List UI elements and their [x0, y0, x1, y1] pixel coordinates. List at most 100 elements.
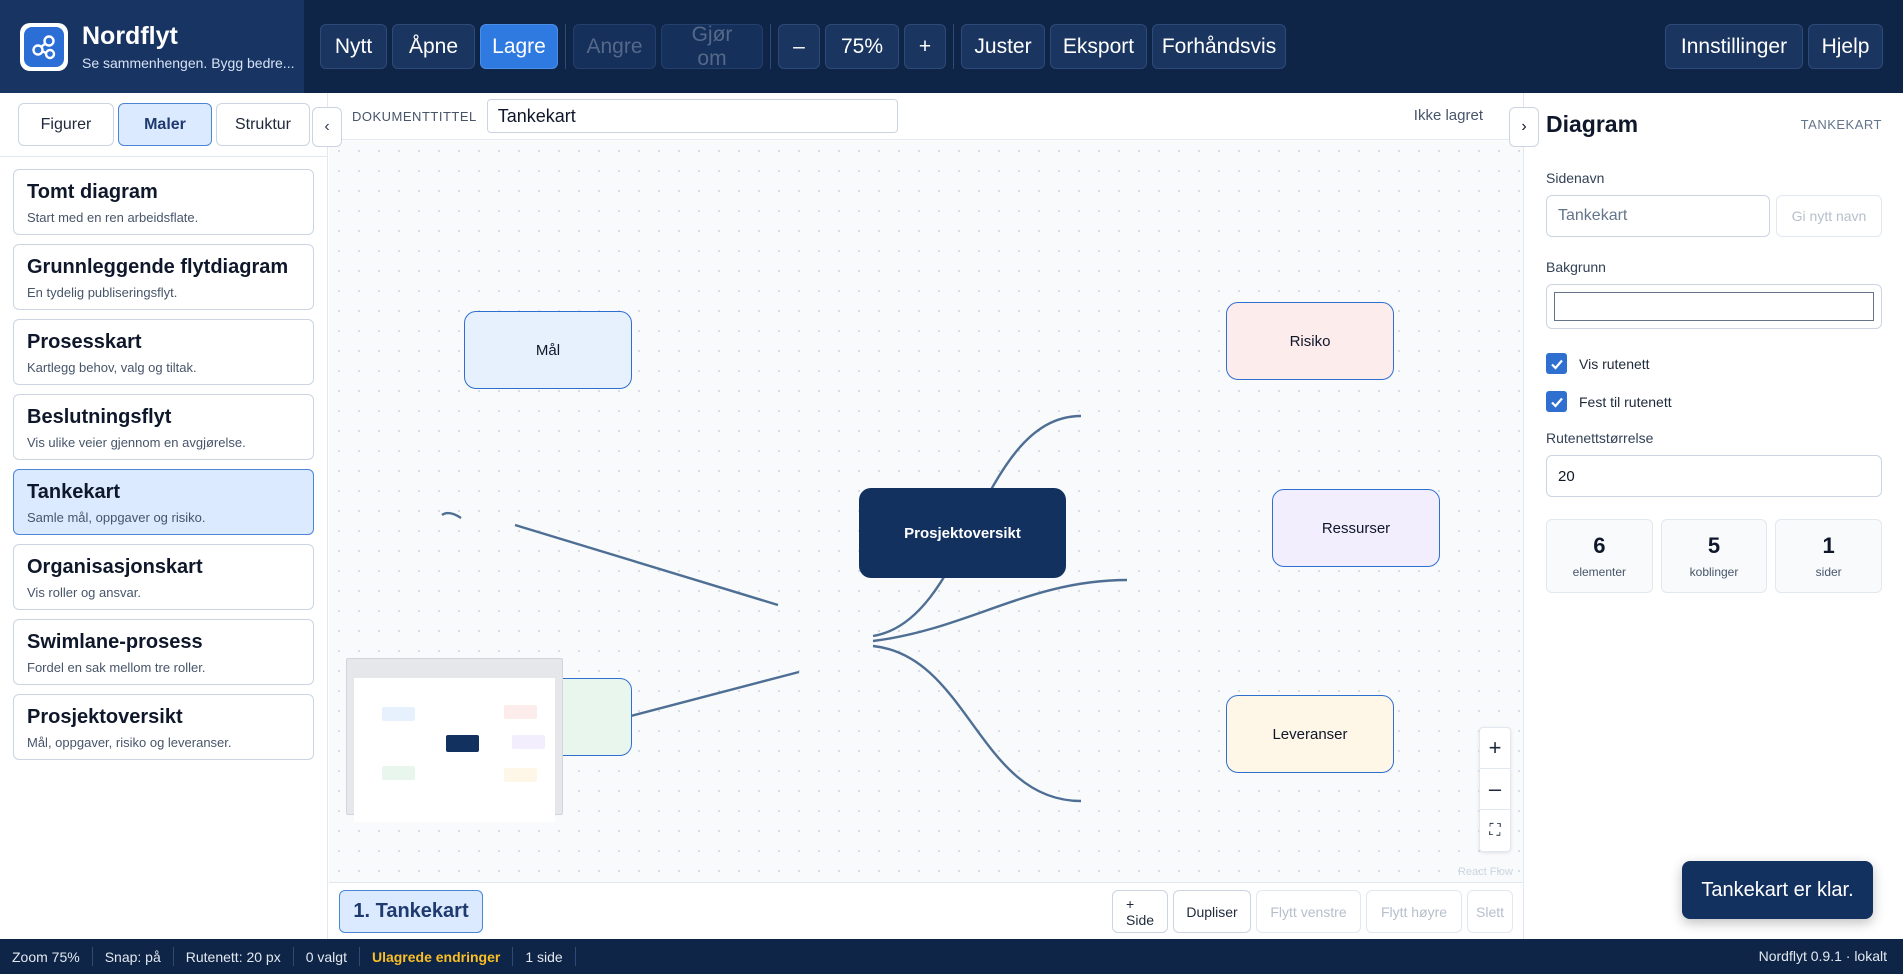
- minimap-node: [382, 766, 415, 780]
- save-button[interactable]: Lagre: [480, 24, 558, 69]
- panel-title: Diagram: [1546, 111, 1639, 137]
- node-goal[interactable]: Mål: [464, 311, 632, 389]
- add-page-button[interactable]: + Side: [1112, 890, 1168, 933]
- background-label: Bakgrunn: [1546, 259, 1606, 275]
- snap-grid-checkbox[interactable]: [1546, 391, 1567, 412]
- tab-maler[interactable]: Maler: [118, 103, 212, 146]
- toolbar-divider: [953, 24, 954, 69]
- status-unsaved: Ulagrede endringer: [360, 947, 514, 966]
- template-item[interactable]: Prosjektoversikt Mål, oppgaver, risiko og…: [13, 694, 314, 760]
- move-right-button[interactable]: Flytt høyre: [1366, 890, 1462, 933]
- document-title-input[interactable]: [486, 99, 898, 133]
- app-name: Nordflyt: [82, 22, 178, 50]
- toolbar-divider: [565, 24, 566, 69]
- zoom-in-button[interactable]: +: [904, 24, 946, 69]
- redo-button[interactable]: Gjør om: [661, 23, 763, 70]
- template-item[interactable]: Organisasjonskart Vis roller og ansvar.: [13, 544, 314, 610]
- minimap-node: [382, 707, 415, 721]
- app-tagline: Se sammenhengen. Bygg bedre...: [82, 55, 295, 71]
- preview-button[interactable]: Forhåndsvis: [1152, 24, 1286, 69]
- editor-area: DOKUMENTTITTEL Ikke lagret › Mål Prosjek…: [329, 93, 1539, 939]
- snap-grid-row[interactable]: Fest til rutenett: [1546, 391, 1882, 412]
- new-button[interactable]: Nytt: [320, 24, 387, 69]
- edge-root-deliverables[interactable]: [872, 644, 1082, 803]
- check-icon: [1550, 359, 1563, 370]
- status-grid: Rutenett: 20 px: [174, 947, 294, 966]
- template-item[interactable]: Swimlane-prosess Fordel en sak mellom tre…: [13, 619, 314, 685]
- minimap-viewport: [354, 678, 555, 822]
- undo-button[interactable]: Angre: [573, 24, 656, 69]
- template-item[interactable]: Grunnleggende flytdiagram En tydelig publ…: [13, 244, 314, 310]
- delete-page-button[interactable]: Slett: [1467, 890, 1513, 933]
- settings-button[interactable]: Innstillinger: [1665, 24, 1803, 69]
- app-logo: [20, 22, 68, 71]
- zoom-level-display[interactable]: 75%: [825, 24, 899, 69]
- canvas-zoom-controls: + – ⛶: [1479, 727, 1511, 852]
- document-header: DOKUMENTTITTEL Ikke lagret ›: [329, 93, 1539, 147]
- minimap-node: [504, 768, 537, 782]
- collapse-sidebar-button[interactable]: ‹: [312, 107, 342, 147]
- diagram-type-label: TANKEKART: [1800, 117, 1882, 132]
- edge-root-resources[interactable]: [872, 578, 1128, 643]
- node-risk[interactable]: Risiko: [1226, 302, 1394, 380]
- main-toolbar: Nytt Åpne Lagre Angre Gjør om – 75% + Ju…: [320, 23, 1291, 70]
- grid-size-input[interactable]: 20: [1546, 455, 1882, 497]
- node-deliverables[interactable]: Leveranser: [1226, 695, 1394, 773]
- tab-figurer[interactable]: Figurer: [18, 103, 114, 146]
- minimap-node: [446, 735, 479, 752]
- diagram-stats: 6 elementer 5 koblinger 1 sider: [1546, 519, 1883, 593]
- fit-view-icon[interactable]: ⛶: [1480, 810, 1510, 851]
- background-color-field[interactable]: [1546, 284, 1882, 329]
- minimap-node: [504, 705, 537, 719]
- react-flow-attribution[interactable]: React Flow: [1458, 866, 1513, 878]
- template-list: Tomt diagram Start med en ren arbeidsflat…: [0, 157, 327, 781]
- toggle-right-panel-button[interactable]: ›: [1509, 107, 1539, 147]
- help-button[interactable]: Hjelp: [1808, 24, 1883, 69]
- stat-connections: 5 koblinger: [1660, 519, 1768, 593]
- stat-elements: 6 elementer: [1546, 519, 1653, 593]
- properties-panel: Diagram TANKEKART Sidenavn Tankekart Gi …: [1523, 93, 1903, 939]
- snap-grid-label: Fest til rutenett: [1579, 393, 1672, 410]
- canvas-zoom-out-button[interactable]: –: [1480, 769, 1510, 810]
- top-bar: Nordflyt Se sammenhengen. Bygg bedre... …: [0, 0, 1903, 93]
- status-selected: 0 valgt: [294, 947, 360, 966]
- show-grid-checkbox[interactable]: [1546, 353, 1567, 374]
- show-grid-row[interactable]: Vis rutenett: [1546, 353, 1882, 374]
- duplicate-page-button[interactable]: Dupliser: [1173, 890, 1251, 933]
- template-item[interactable]: Tomt diagram Start med en ren arbeidsflat…: [13, 169, 314, 235]
- node-root[interactable]: Prosjektoversikt: [859, 488, 1066, 578]
- grid-size-label: Rutenettstørrelse: [1546, 430, 1654, 446]
- save-status: Ikke lagret: [1413, 107, 1483, 124]
- template-item[interactable]: Prosesskart Kartlegg behov, valg og tilta…: [13, 319, 314, 385]
- page-actions: + Side Dupliser Flytt venstre Flytt høyr…: [1107, 890, 1513, 933]
- export-button[interactable]: Eksport: [1050, 24, 1147, 69]
- status-pages: 1 side: [513, 947, 576, 966]
- status-bar: Zoom 75% Snap: på Rutenett: 20 px 0 valg…: [0, 939, 1903, 974]
- minimap[interactable]: [346, 658, 563, 822]
- edge-root-goal[interactable]: [441, 511, 779, 607]
- background-color-swatch: [1554, 292, 1874, 321]
- page-name-label: Sidenavn: [1546, 170, 1605, 186]
- page-name-input[interactable]: Tankekart: [1546, 195, 1770, 237]
- canvas-zoom-in-button[interactable]: +: [1480, 728, 1510, 769]
- tab-struktur[interactable]: Struktur: [216, 103, 310, 146]
- nodes-icon: [32, 34, 56, 59]
- template-item-active[interactable]: Tankekart Samle mål, oppgaver og risiko.: [13, 469, 314, 535]
- move-left-button[interactable]: Flytt venstre: [1256, 890, 1361, 933]
- diagram-canvas[interactable]: Mål Prosjektoversikt Risiko Ressurser Le…: [329, 141, 1523, 882]
- rename-button[interactable]: Gi nytt navn: [1776, 195, 1882, 237]
- check-icon: [1550, 397, 1563, 408]
- toolbar-divider: [770, 24, 771, 69]
- stat-pages: 1 sider: [1775, 519, 1883, 593]
- open-button[interactable]: Åpne: [392, 24, 475, 69]
- status-version: Nordflyt 0.9.1 · lokalt: [1758, 948, 1887, 964]
- toast-notification: Tankekart er klar.: [1682, 861, 1873, 919]
- toolbar-right: Innstillinger Hjelp: [1665, 24, 1883, 69]
- status-zoom: Zoom 75%: [0, 947, 93, 966]
- zoom-out-button[interactable]: –: [778, 24, 820, 69]
- align-button[interactable]: Juster: [961, 24, 1045, 69]
- page-tab-1[interactable]: 1. Tankekart: [339, 890, 483, 933]
- minimap-node: [512, 735, 545, 749]
- template-item[interactable]: Beslutningsflyt Vis ulike veier gjennom e…: [13, 394, 314, 460]
- node-resources[interactable]: Ressurser: [1272, 489, 1440, 567]
